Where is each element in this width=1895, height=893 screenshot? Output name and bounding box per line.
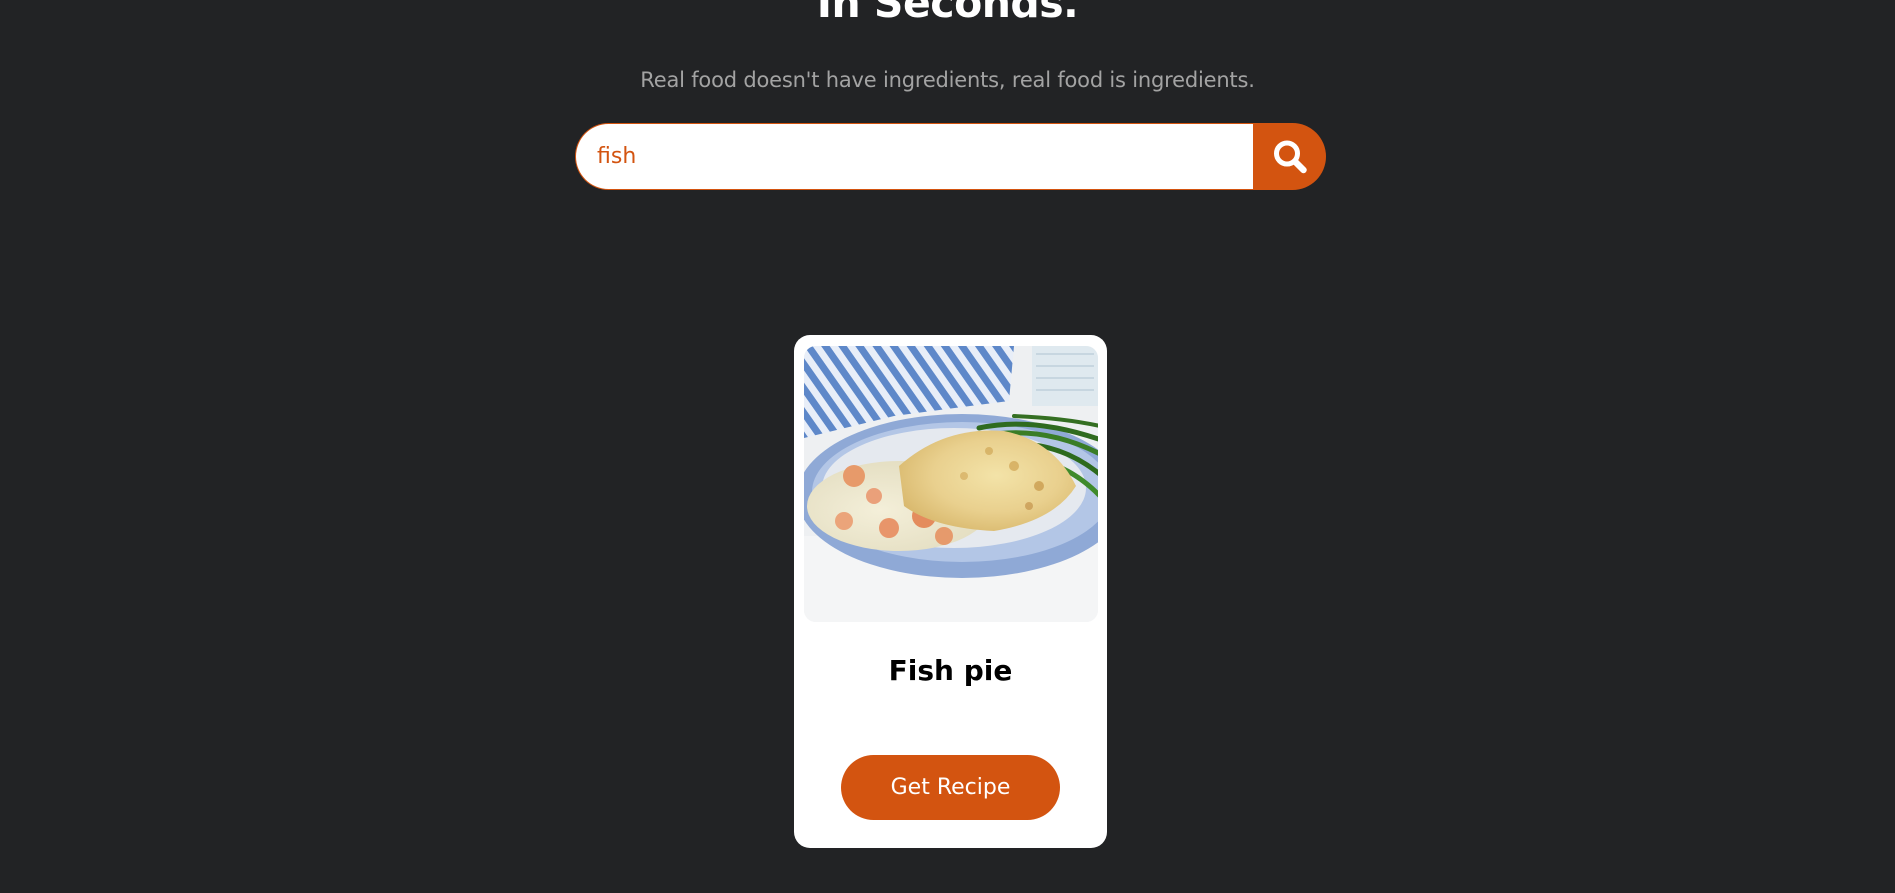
search-button[interactable] xyxy=(1253,123,1326,190)
fish-pie-photo xyxy=(804,346,1098,622)
search-input[interactable] xyxy=(575,123,1253,190)
search-icon xyxy=(1273,140,1307,173)
recipe-card: Fish pie Get Recipe xyxy=(794,335,1107,848)
recipe-title: Fish pie xyxy=(888,654,1013,687)
search-bar xyxy=(575,123,1326,190)
recipe-image xyxy=(804,346,1098,622)
page: In Seconds. Real food doesn't have ingre… xyxy=(0,0,1895,893)
hero-subtitle: Real food doesn't have ingredients, real… xyxy=(640,68,1255,92)
hero-title: In Seconds. xyxy=(816,0,1079,27)
get-recipe-button[interactable]: Get Recipe xyxy=(841,755,1060,820)
